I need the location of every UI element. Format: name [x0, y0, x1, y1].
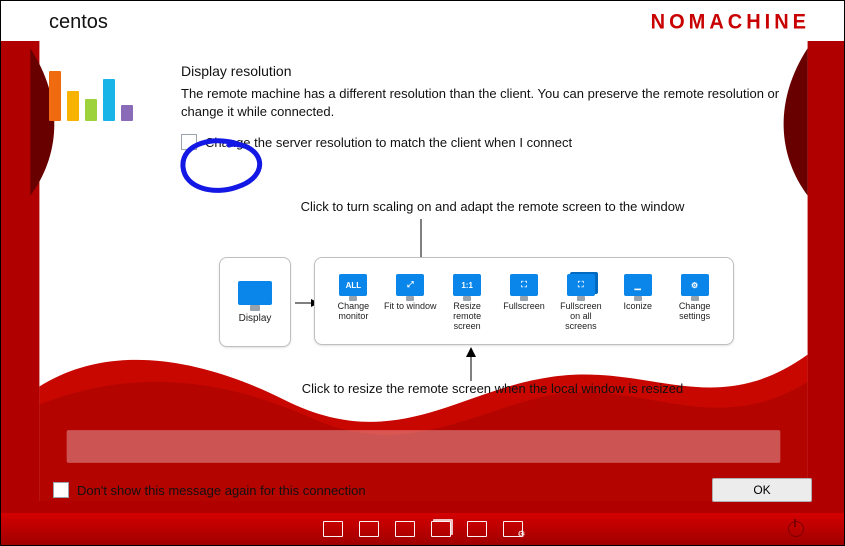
brand-logo: NOMACHINE	[651, 10, 810, 34]
fullscreen-all-button[interactable]: ⛶ Fullscreen on all screens	[552, 274, 609, 322]
toolbar-fullscreen-all-icon[interactable]	[431, 521, 451, 537]
icon-label: Change monitor	[327, 302, 380, 322]
match-resolution-label: Change the server resolution to match th…	[205, 135, 572, 150]
fit-to-window-button[interactable]: ⤢ Fit to window	[382, 274, 439, 322]
iconize-icon: ▁	[624, 274, 652, 296]
bar-icon	[121, 105, 133, 121]
footer-row: Don't show this message again for this c…	[1, 469, 844, 511]
header: centos NOMACHINE	[1, 1, 844, 41]
icon-label: Fit to window	[384, 302, 437, 322]
dont-show-row: Don't show this message again for this c…	[53, 482, 366, 498]
options-panel: ALL Change monitor ⤢ Fit to window 1:1 R…	[314, 257, 734, 345]
display-tile[interactable]: Display	[219, 257, 291, 347]
fullscreen-button[interactable]: ⛶ Fullscreen	[496, 274, 553, 322]
fullscreen-icon: ⛶	[510, 274, 538, 296]
fit-to-window-icon: ⤢	[396, 274, 424, 296]
bar-icon	[67, 91, 79, 121]
change-settings-button[interactable]: ⚙ Change settings	[666, 274, 723, 322]
section-body: The remote machine has a different resol…	[181, 85, 804, 120]
bottom-toolbar: ⚙	[1, 513, 844, 545]
fullscreen-all-icon: ⛶	[567, 274, 595, 296]
icon-label: Fullscreen on all screens	[554, 302, 607, 322]
dialog-window: centos NOMACHINE Display resolution The …	[0, 0, 845, 546]
footer: Don't show this message again for this c…	[1, 469, 844, 545]
icon-label: Iconize	[623, 302, 652, 322]
ok-button[interactable]: OK	[712, 478, 812, 502]
resize-remote-icon: 1:1	[453, 274, 481, 296]
bars-icon	[49, 61, 133, 121]
monitor-icon	[238, 281, 272, 305]
hint-top: Click to turn scaling on and adapt the r…	[181, 199, 804, 214]
icons-group: Display ALL Change monitor ⤢ Fit to wind…	[219, 257, 734, 357]
power-icon[interactable]	[788, 521, 804, 537]
toolbar-resize-icon[interactable]	[359, 521, 379, 537]
toolbar-fullscreen-icon[interactable]	[395, 521, 415, 537]
display-tile-label: Display	[239, 313, 272, 324]
icon-label: Change settings	[668, 302, 721, 322]
toolbar-fit-icon[interactable]	[323, 521, 343, 537]
iconize-button[interactable]: ▁ Iconize	[609, 274, 666, 322]
page-title: centos	[49, 11, 108, 34]
bar-icon	[85, 99, 97, 121]
checkbox-row: Change the server resolution to match th…	[181, 134, 804, 150]
match-resolution-checkbox[interactable]	[181, 134, 197, 150]
toolbar-iconize-icon[interactable]	[467, 521, 487, 537]
change-monitor-button[interactable]: ALL Change monitor	[325, 274, 382, 322]
dont-show-checkbox[interactable]	[53, 482, 69, 498]
dont-show-label: Don't show this message again for this c…	[77, 483, 366, 498]
icon-label: Resize remote screen	[441, 302, 494, 322]
bar-icon	[49, 71, 61, 121]
section-heading: Display resolution	[181, 63, 804, 79]
hint-bottom: Click to resize the remote screen when t…	[181, 381, 804, 396]
icon-label: Fullscreen	[503, 302, 545, 322]
change-monitor-icon: ALL	[339, 274, 367, 296]
content: Display resolution The remote machine ha…	[181, 63, 804, 150]
bar-icon	[103, 79, 115, 121]
change-settings-icon: ⚙	[681, 274, 709, 296]
resize-remote-button[interactable]: 1:1 Resize remote screen	[439, 274, 496, 322]
toolbar-settings-icon[interactable]: ⚙	[503, 521, 523, 537]
